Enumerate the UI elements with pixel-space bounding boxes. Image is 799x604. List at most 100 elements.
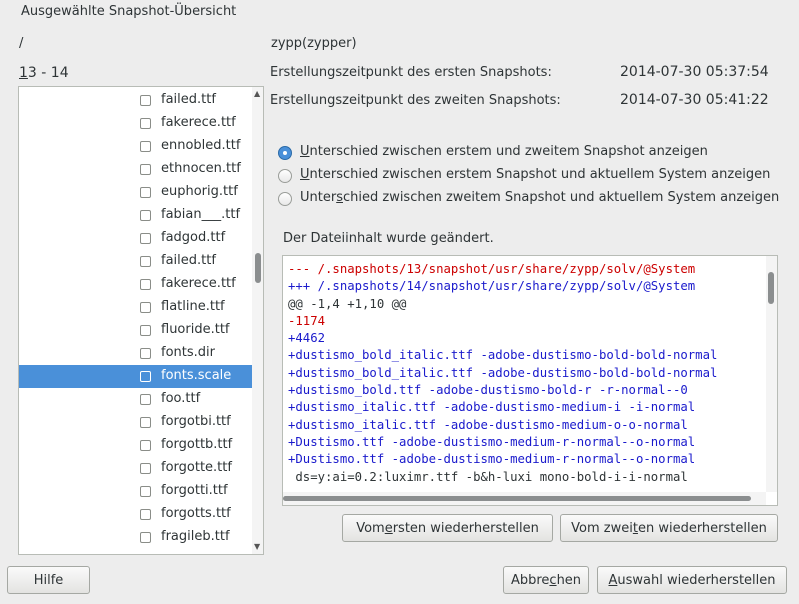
diff-view[interactable]: --- /.snapshots/13/snapshot/usr/share/zy… <box>282 255 778 506</box>
arrow-down-icon[interactable]: ▼ <box>254 542 260 551</box>
file-tree-row[interactable]: fakerece.ttf <box>19 112 252 135</box>
file-name: forgotti.ttf <box>161 483 228 498</box>
checkbox-icon[interactable] <box>140 210 151 221</box>
file-tree-row[interactable]: forgotts.ttf <box>19 503 252 526</box>
checkbox-icon[interactable] <box>140 187 151 198</box>
file-tree-row[interactable]: failed.ttf <box>19 89 252 112</box>
restore-from-first-button[interactable]: Vom e rsten wiederherstellen <box>342 514 553 542</box>
arrow-up-icon[interactable]: ▲ <box>254 89 260 98</box>
file-tree-row[interactable]: failed.ttf <box>19 250 252 273</box>
diff-vertical-scrollbar[interactable] <box>766 256 777 492</box>
checkbox-icon[interactable] <box>140 279 151 290</box>
file-name: fluoride.ttf <box>161 322 230 337</box>
file-tree-row[interactable]: forgotti.ttf <box>19 480 252 503</box>
file-tree-row[interactable]: fakerece.ttf <box>19 273 252 296</box>
file-tree-row[interactable]: flatline.ttf <box>19 296 252 319</box>
file-tree-row[interactable]: fluoride.ttf <box>19 319 252 342</box>
file-name: failed.ttf <box>161 92 216 107</box>
file-name: forgotte.ttf <box>161 460 232 475</box>
file-name: ethnocen.ttf <box>161 161 241 176</box>
radio-icon[interactable] <box>278 192 292 206</box>
file-name: forgottb.ttf <box>161 437 233 452</box>
file-name: fragileb.ttf <box>161 529 230 544</box>
file-name: fakerece.ttf <box>161 276 236 291</box>
restore-from-second-button[interactable]: Vom zwei t en wiederherstellen <box>560 514 778 542</box>
file-tree-row[interactable]: euphorig.ttf <box>19 181 252 204</box>
cancel-button[interactable]: Abbre c hen <box>503 566 589 594</box>
file-tree-scrollbar[interactable]: ▲ ▼ <box>252 87 263 554</box>
range-rest: 3 - 14 <box>27 65 69 81</box>
second-snapshot-time-label: Erstellungszeitpunkt des zweiten Snapsho… <box>270 93 561 108</box>
file-tree-row[interactable]: fonts.scale <box>19 365 252 388</box>
snapshot-command: zypp(zypper) <box>271 36 357 51</box>
window-title: Ausgewählte Snapshot-Übersicht <box>21 4 237 19</box>
checkbox-icon[interactable] <box>140 417 151 428</box>
file-name: forgotbi.ttf <box>161 414 231 429</box>
diff-lines: --- /.snapshots/13/snapshot/usr/share/zy… <box>288 261 768 486</box>
option-label: Unterschied zwischen erstem und zweitem … <box>300 144 708 159</box>
file-name: fadgod.ttf <box>161 230 226 245</box>
checkbox-icon[interactable] <box>140 164 151 175</box>
radio-icon[interactable] <box>278 169 292 183</box>
file-tree[interactable]: failed.ttf fakerece.ttf ennobled.ttf ethnoc… <box>18 86 264 555</box>
file-tree-row[interactable]: fonts.dir <box>19 342 252 365</box>
checkbox-icon[interactable] <box>140 141 151 152</box>
checkbox-icon[interactable] <box>140 440 151 451</box>
option-first-vs-second[interactable]: Unterschied zwischen erstem und zweitem … <box>278 143 718 163</box>
diff-vertical-scroll-thumb[interactable] <box>768 272 774 304</box>
file-tree-row[interactable]: forgottb.ttf <box>19 434 252 457</box>
file-name: flatline.ttf <box>161 299 225 314</box>
file-tree-row[interactable]: fragileb.ttf <box>19 526 252 549</box>
file-tree-row[interactable]: ennobled.ttf <box>19 135 252 158</box>
checkbox-icon[interactable] <box>140 348 151 359</box>
file-tree-scroll-thumb[interactable] <box>255 253 261 283</box>
file-tree-row[interactable]: fadgod.ttf <box>19 227 252 250</box>
checkbox-icon[interactable] <box>140 532 151 543</box>
checkbox-icon[interactable] <box>140 256 151 267</box>
file-name: ennobled.ttf <box>161 138 241 153</box>
file-tree-row[interactable]: forgotte.ttf <box>19 457 252 480</box>
diff-line: +dustismo_italic.ttf -adobe-dustismo-med… <box>288 417 688 432</box>
checkbox-icon[interactable] <box>140 371 151 382</box>
option-second-vs-current[interactable]: Unterschied zwischen zweitem Snapshot un… <box>278 189 788 209</box>
checkbox-icon[interactable] <box>140 95 151 106</box>
first-snapshot-time-label: Erstellungszeitpunkt des ersten Snapshot… <box>270 65 552 80</box>
path-label: / <box>19 36 24 51</box>
diff-line: --- /.snapshots/13/snapshot/usr/share/zy… <box>288 262 696 276</box>
file-name: fabian___.ttf <box>161 207 241 222</box>
second-snapshot-time-value: 2014-07-30 05:41:22 <box>620 92 769 108</box>
changed-message: Der Dateiinhalt wurde geändert. <box>283 231 494 246</box>
diff-line: +++ /.snapshots/14/snapshot/usr/share/zy… <box>288 279 696 294</box>
checkbox-icon[interactable] <box>140 509 151 520</box>
diff-horizontal-scrollbar[interactable] <box>283 492 766 505</box>
option-label: Unterschied zwischen zweitem Snapshot un… <box>300 190 780 205</box>
option-first-vs-current[interactable]: Unterschied zwischen erstem Snapshot und… <box>278 166 778 186</box>
diff-line: +Dustismo.ttf -adobe-dustismo-medium-r-n… <box>288 434 696 449</box>
diff-line: -1174 <box>288 313 326 328</box>
file-tree-row[interactable]: fabian___.ttf <box>19 204 252 227</box>
checkbox-icon[interactable] <box>140 394 151 405</box>
option-label: Unterschied zwischen erstem Snapshot und… <box>300 167 771 182</box>
file-name: fonts.scale <box>161 368 232 383</box>
restore-selection-button[interactable]: Auswahl wiederherstellen <box>597 566 787 594</box>
file-tree-row[interactable]: foo.ttf <box>19 388 252 411</box>
diff-line: ds=y:ai=0.2:luximr.ttf -b&h-luxi mono-bo… <box>288 469 688 484</box>
file-name: fonts.dir <box>161 345 215 360</box>
radio-icon[interactable] <box>278 146 292 160</box>
checkbox-icon[interactable] <box>140 325 151 336</box>
diff-line: @@ -1,4 +1,10 @@ <box>288 296 407 311</box>
checkbox-icon[interactable] <box>140 486 151 497</box>
file-name: fakerece.ttf <box>161 115 236 130</box>
diff-line: +dustismo_bold_italic.ttf -adobe-dustism… <box>288 348 718 363</box>
file-tree-row[interactable]: ethnocen.ttf <box>19 158 252 181</box>
help-button[interactable]: Hilfe <box>7 566 90 594</box>
checkbox-icon[interactable] <box>140 302 151 313</box>
checkbox-icon[interactable] <box>140 463 151 474</box>
diff-horizontal-scroll-thumb[interactable] <box>283 496 751 501</box>
range-mnemonic: 1 <box>19 65 28 81</box>
checkbox-icon[interactable] <box>140 233 151 244</box>
diff-line: +4462 <box>288 331 326 346</box>
checkbox-icon[interactable] <box>140 118 151 129</box>
file-tree-row[interactable]: forgotbi.ttf <box>19 411 252 434</box>
file-name: forgotts.ttf <box>161 506 231 521</box>
